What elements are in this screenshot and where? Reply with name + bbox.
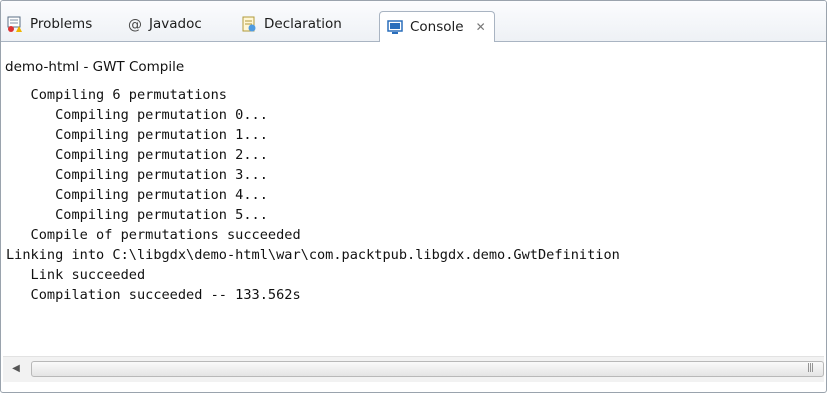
- scrollbar-thumb[interactable]: |||: [31, 361, 824, 377]
- tab-label: Problems: [30, 16, 93, 32]
- console-line: Compiling permutation 4...: [6, 187, 268, 203]
- console-line: Compiling 6 permutations: [6, 87, 227, 103]
- console-icon: [386, 18, 404, 36]
- console-line: Compiling permutation 1...: [6, 127, 268, 143]
- console-title: demo-html - GWT Compile: [5, 59, 185, 75]
- tab-console[interactable]: Console ✕: [379, 11, 495, 42]
- close-icon[interactable]: ✕: [476, 20, 486, 34]
- console-line: Compilation succeeded -- 133.562s: [6, 287, 301, 303]
- console-view: Problems @ Javadoc Declaration Console ✕…: [0, 0, 827, 393]
- console-line: Compiling permutation 2...: [6, 147, 268, 163]
- console-line: Compiling permutation 0...: [6, 107, 268, 123]
- tab-label: Javadoc: [149, 16, 202, 32]
- console-line: Compile of permutations succeeded: [6, 227, 301, 243]
- console-output: Compiling 6 permutations Compiling permu…: [6, 85, 821, 345]
- tab-label: Declaration: [264, 16, 342, 32]
- scroll-left-icon[interactable]: ◀: [7, 361, 25, 377]
- javadoc-icon: @: [127, 15, 143, 33]
- console-line: Linking into C:\libgdx\demo-html\war\com…: [6, 247, 620, 263]
- tab-javadoc[interactable]: @ Javadoc: [127, 11, 202, 37]
- view-tab-bar: Problems @ Javadoc Declaration Console ✕: [1, 1, 826, 42]
- tab-declaration[interactable]: Declaration: [240, 11, 342, 37]
- console-line: Compiling permutation 3...: [6, 167, 268, 183]
- grip-icon: |||: [806, 363, 814, 373]
- problems-icon: [6, 15, 24, 33]
- console-line: Compiling permutation 5...: [6, 207, 268, 223]
- svg-text:@: @: [128, 17, 142, 33]
- declaration-icon: [240, 15, 258, 33]
- console-line: Link succeeded: [6, 267, 146, 283]
- horizontal-scrollbar[interactable]: ◀ |||: [3, 356, 824, 382]
- tab-label: Console: [410, 19, 464, 35]
- tab-problems[interactable]: Problems: [6, 11, 92, 37]
